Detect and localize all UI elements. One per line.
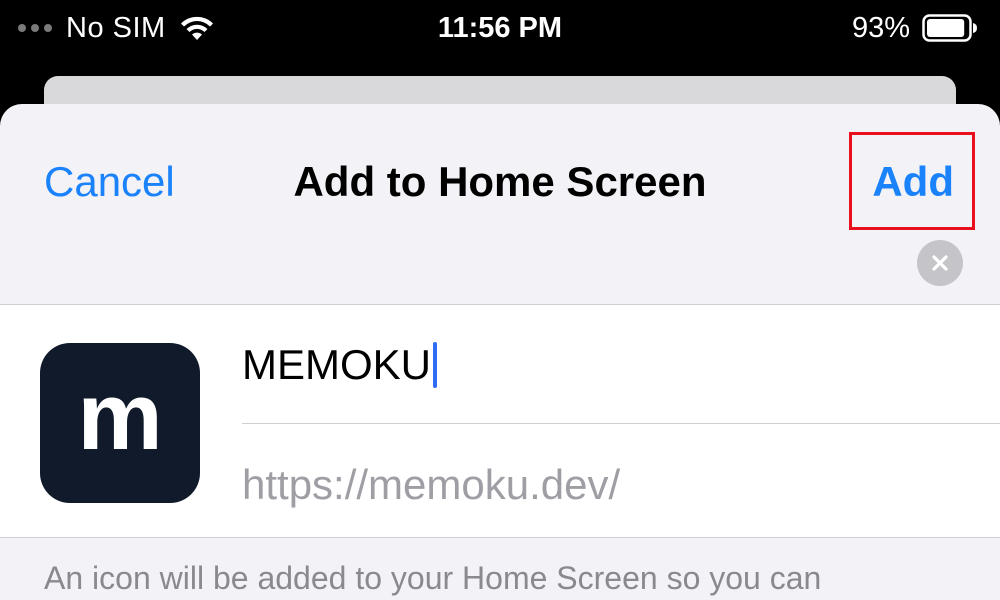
status-bar: No SIM 11:56 PM 93% [0,0,1000,56]
name-input[interactable]: MEMOKU [242,339,802,391]
status-time: 11:56 PM [437,12,563,44]
shortcut-form: m MEMOKU https://memoku.dev/ [0,304,1000,538]
footer-description: An icon will be added to your Home Scree… [44,560,822,596]
cancel-button[interactable]: Cancel [44,156,175,208]
clear-circle-icon[interactable] [917,240,963,286]
app-icon: m [40,343,200,503]
status-right: 93% [852,10,978,46]
add-to-home-sheet: Cancel Add to Home Screen Add m MEMOKU h… [0,104,1000,600]
add-button-label: Add [872,158,954,205]
url-label: https://memoku.dev/ [242,461,621,508]
add-button[interactable]: Add [849,132,975,230]
x-mark-icon [932,255,948,271]
app-icon-letter: m [77,363,163,470]
text-caret [433,342,437,388]
field-divider [242,423,1000,424]
name-input-value: MEMOKU [242,341,431,388]
battery-percent: 93% [851,11,910,44]
battery-icon [922,14,977,42]
screen: No SIM 11:56 PM 93% Cancel Add to Home S… [0,0,1000,600]
battery-fill [927,19,965,37]
